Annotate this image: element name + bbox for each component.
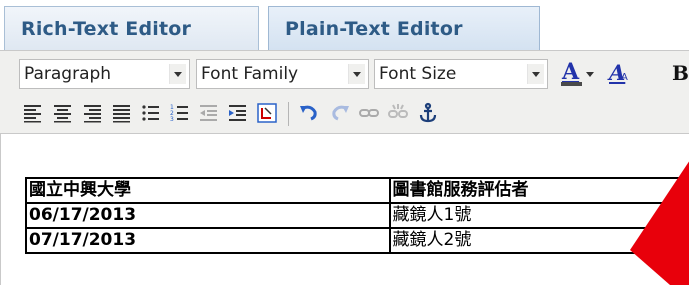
- bullet-list-icon[interactable]: [140, 102, 162, 124]
- align-center-icon[interactable]: [52, 102, 74, 124]
- editor-tab-bar: Rich-Text Editor Plain-Text Editor: [0, 0, 689, 50]
- text-color-swatch: [561, 82, 582, 86]
- table-header-cell: 國立中興大學: [25, 177, 391, 204]
- toolbar-separator: [288, 102, 289, 126]
- editor-content-area[interactable]: 國立中興大學 圖書館服務評估者 06/17/2013 藏鏡人1號 07/17/2…: [0, 134, 689, 285]
- unlink-icon[interactable]: [387, 102, 409, 124]
- indent-icon[interactable]: [227, 102, 249, 124]
- undo-icon[interactable]: [298, 102, 320, 124]
- align-left-icon[interactable]: [22, 102, 44, 124]
- align-right-icon[interactable]: [82, 102, 104, 124]
- table-row: 07/17/2013 藏鏡人2號: [25, 227, 689, 254]
- align-justify-icon[interactable]: [111, 102, 133, 124]
- format-select-value: Paragraph: [24, 64, 112, 84]
- redo-icon[interactable]: [329, 102, 351, 124]
- toolbar-row-paragraph: 123: [0, 98, 689, 130]
- editor-toolbar: Paragraph Font Family Font Size A A A B: [0, 50, 689, 134]
- data-table: 國立中興大學 圖書館服務評估者 06/17/2013 藏鏡人1號 07/17/2…: [25, 177, 689, 254]
- table-cell: 06/17/2013: [25, 202, 391, 229]
- svg-text:3: 3: [170, 116, 174, 123]
- font-family-select[interactable]: Font Family: [196, 59, 369, 89]
- link-icon[interactable]: [358, 102, 380, 124]
- table-row: 06/17/2013 藏鏡人1號: [25, 202, 689, 229]
- red-pointer-arrow: [630, 161, 689, 285]
- outdent-icon[interactable]: [198, 102, 220, 124]
- numbered-list-icon[interactable]: 123: [169, 102, 191, 124]
- bold-button[interactable]: B: [666, 60, 689, 88]
- paste-word-icon[interactable]: [256, 102, 278, 124]
- text-color-button[interactable]: A: [560, 59, 594, 88]
- chevron-down-icon: [169, 64, 186, 84]
- chevron-down-icon: [348, 64, 365, 84]
- tab-rich-text-editor[interactable]: Rich-Text Editor: [4, 6, 259, 50]
- table-header-row: 國立中興大學 圖書館服務評估者: [25, 177, 689, 204]
- chevron-down-icon: [527, 64, 544, 84]
- toolbar-row-format: Paragraph Font Family Font Size A A A B: [0, 59, 689, 91]
- font-size-select-value: Font Size: [379, 64, 457, 84]
- font-size-select[interactable]: Font Size: [374, 59, 548, 89]
- font-family-select-value: Font Family: [201, 64, 299, 84]
- clear-formatting-button[interactable]: A A: [606, 60, 632, 88]
- chevron-down-icon[interactable]: [586, 72, 594, 77]
- bold-label: B: [672, 61, 689, 85]
- format-select[interactable]: Paragraph: [19, 59, 190, 89]
- anchor-icon[interactable]: [417, 102, 439, 124]
- table-cell: 07/17/2013: [25, 227, 391, 254]
- tab-plain-text-editor[interactable]: Plain-Text Editor: [268, 6, 540, 50]
